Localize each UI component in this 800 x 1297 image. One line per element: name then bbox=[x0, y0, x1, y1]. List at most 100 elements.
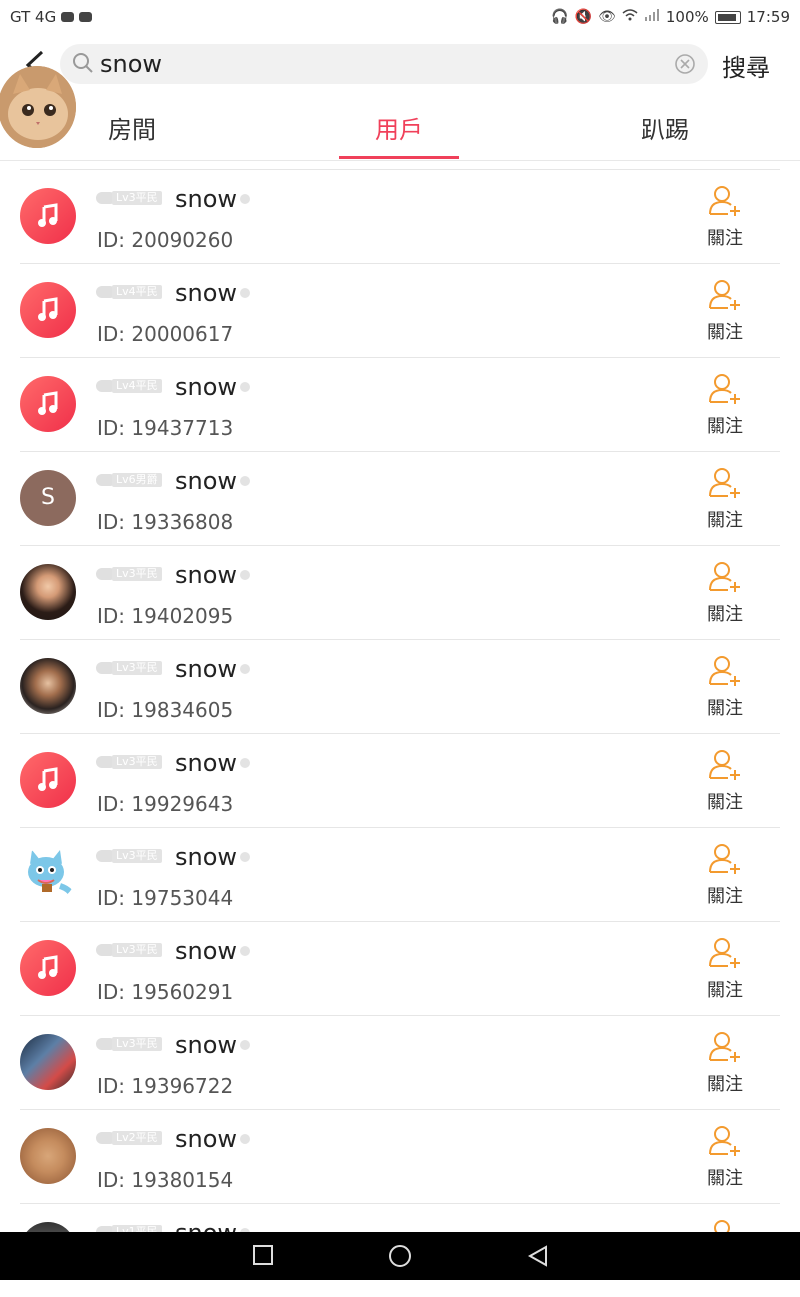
follow-button[interactable]: 關注 bbox=[700, 1124, 750, 1190]
add-user-icon bbox=[709, 186, 740, 216]
online-status-dot bbox=[240, 664, 250, 674]
home-button[interactable] bbox=[388, 1244, 412, 1272]
tab-party[interactable]: 趴踢 bbox=[641, 110, 689, 145]
follow-label: 關注 bbox=[707, 1074, 743, 1095]
list-item[interactable]: Lv3平民 snow ID: 20090260 關注 bbox=[20, 169, 780, 263]
level-label: Lv4平民 bbox=[112, 285, 162, 299]
list-item[interactable]: Lv3平民 snow ID: 19402095 關注 bbox=[20, 545, 780, 639]
follow-button[interactable]: 關注 bbox=[700, 466, 750, 532]
online-status-dot bbox=[240, 758, 250, 768]
avatar[interactable] bbox=[20, 1128, 76, 1184]
list-item[interactable]: Lv3平民 snow ID: 19560291 關注 bbox=[20, 921, 780, 1015]
online-status-dot bbox=[240, 946, 250, 956]
follow-label: 關注 bbox=[707, 886, 743, 907]
follow-button[interactable]: 關注 bbox=[700, 372, 750, 438]
headset-icon: 🎧 bbox=[551, 9, 569, 25]
add-user-icon bbox=[709, 562, 740, 592]
follow-button[interactable]: 關注 bbox=[700, 936, 750, 1002]
online-status-dot bbox=[240, 570, 250, 580]
tab-rooms[interactable]: 房間 bbox=[108, 110, 156, 145]
level-label: Lv3平民 bbox=[112, 943, 162, 957]
user-name: snow bbox=[175, 279, 238, 307]
avatar[interactable] bbox=[20, 376, 76, 432]
follow-button[interactable]: 關注 bbox=[700, 842, 750, 908]
avatar[interactable] bbox=[20, 940, 76, 996]
add-user-icon bbox=[709, 750, 740, 780]
user-list: Lv3平民 snow ID: 20090260 關注 Lv4平民 snow ID: 2000… bbox=[0, 169, 800, 1297]
list-item[interactable]: S Lv6男爵 snow ID: 19336808 關注 bbox=[20, 451, 780, 545]
follow-label: 關注 bbox=[707, 1168, 743, 1189]
user-id: ID: 19396722 bbox=[97, 1074, 234, 1098]
level-badge: Lv6男爵 bbox=[96, 472, 162, 488]
follow-label: 關注 bbox=[707, 604, 743, 625]
online-status-dot bbox=[240, 382, 250, 392]
add-user-icon bbox=[709, 374, 740, 404]
avatar[interactable]: S bbox=[20, 470, 76, 526]
active-tab-indicator bbox=[339, 156, 459, 159]
add-user-icon bbox=[709, 1032, 740, 1062]
avatar[interactable] bbox=[20, 846, 76, 902]
user-id: ID: 20090260 bbox=[97, 228, 234, 252]
floating-cat-avatar[interactable] bbox=[0, 66, 76, 148]
avatar[interactable] bbox=[20, 282, 76, 338]
signal-icon bbox=[644, 9, 660, 25]
search-button[interactable]: 搜尋 bbox=[722, 48, 770, 83]
level-badge: Lv3平民 bbox=[96, 566, 162, 582]
user-name: snow bbox=[175, 561, 238, 589]
music-note-icon bbox=[38, 203, 58, 227]
user-name: snow bbox=[175, 467, 238, 495]
online-status-dot bbox=[240, 476, 250, 486]
user-id: ID: 20000617 bbox=[97, 322, 234, 346]
avatar[interactable] bbox=[20, 564, 76, 620]
search-bar[interactable]: snow bbox=[60, 44, 708, 84]
user-id: ID: 19437713 bbox=[97, 416, 234, 440]
level-badge: Lv3平民 bbox=[96, 754, 162, 770]
level-label: Lv3平民 bbox=[112, 567, 162, 581]
list-item[interactable]: Lv3平民 snow ID: 19834605 關注 bbox=[20, 639, 780, 733]
square-icon bbox=[253, 1245, 273, 1265]
list-item[interactable]: Lv4平民 snow ID: 19437713 關注 bbox=[20, 357, 780, 451]
level-label: Lv4平民 bbox=[112, 379, 162, 393]
online-status-dot bbox=[240, 194, 250, 204]
list-item[interactable]: Lv4平民 snow ID: 20000617 關注 bbox=[20, 263, 780, 357]
level-badge: Lv4平民 bbox=[96, 284, 162, 300]
follow-button[interactable]: 關注 bbox=[700, 1030, 750, 1096]
user-id: ID: 19380154 bbox=[97, 1168, 234, 1192]
follow-button[interactable]: 關注 bbox=[700, 184, 750, 250]
eye-icon: 👁 bbox=[598, 9, 616, 25]
user-id: ID: 19834605 bbox=[97, 698, 234, 722]
user-id: ID: 19560291 bbox=[97, 980, 234, 1004]
tab-users[interactable]: 用戶 bbox=[375, 110, 423, 145]
user-id: ID: 19402095 bbox=[97, 604, 234, 628]
level-badge: Lv3平民 bbox=[96, 848, 162, 864]
list-item[interactable]: Lv3平民 snow ID: 19396722 關注 bbox=[20, 1015, 780, 1109]
triangle-back-icon bbox=[527, 1245, 547, 1267]
avatar[interactable] bbox=[20, 1034, 76, 1090]
follow-label: 關注 bbox=[707, 228, 743, 249]
online-status-dot bbox=[240, 1040, 250, 1050]
carrier-label: GT 4G bbox=[10, 8, 57, 26]
search-input[interactable]: snow bbox=[100, 50, 162, 78]
follow-label: 關注 bbox=[707, 510, 743, 531]
avatar[interactable] bbox=[20, 752, 76, 808]
add-user-icon bbox=[709, 844, 740, 874]
level-label: Lv3平民 bbox=[112, 661, 162, 675]
add-user-icon bbox=[709, 468, 740, 498]
list-item[interactable]: Lv3平民 snow ID: 19753044 關注 bbox=[20, 827, 780, 921]
avatar[interactable] bbox=[20, 658, 76, 714]
avatar[interactable] bbox=[20, 188, 76, 244]
level-badge: Lv3平民 bbox=[96, 1036, 162, 1052]
follow-button[interactable]: 關注 bbox=[700, 278, 750, 344]
back-nav-button[interactable] bbox=[526, 1244, 550, 1272]
follow-button[interactable]: 關注 bbox=[700, 654, 750, 720]
list-item[interactable]: Lv3平民 snow ID: 19929643 關注 bbox=[20, 733, 780, 827]
search-header: snow 搜尋 bbox=[0, 34, 800, 97]
music-note-icon bbox=[38, 955, 58, 979]
clear-icon[interactable] bbox=[674, 53, 696, 79]
recent-apps-button[interactable] bbox=[252, 1244, 274, 1270]
follow-button[interactable]: 關注 bbox=[700, 748, 750, 814]
follow-label: 關注 bbox=[707, 698, 743, 719]
follow-button[interactable]: 關注 bbox=[700, 560, 750, 626]
notification-icon bbox=[61, 12, 75, 22]
list-item[interactable]: Lv2平民 snow ID: 19380154 關注 bbox=[20, 1109, 780, 1203]
